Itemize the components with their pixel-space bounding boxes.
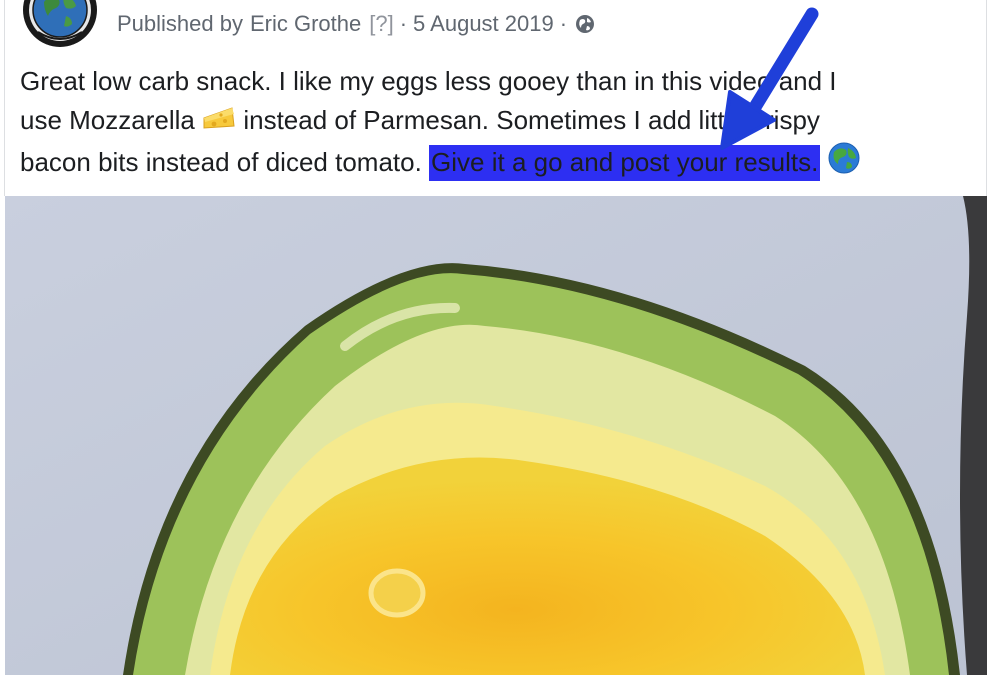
post-text-segment: instead of Parmesan. Sometimes I add lit… [243,104,820,135]
separator: · [399,11,408,36]
post-body: Great low carb snack. I like my eggs les… [20,62,970,185]
separator: · [559,11,568,36]
highlighted-text: Give it a go and post your results. [429,145,821,181]
page-avatar[interactable] [22,0,98,48]
post-text-segment: bacon bits instead of diced tomato. [20,147,422,177]
globe-logo-icon [23,0,97,47]
author-link[interactable]: Eric Grothe [250,11,361,37]
card-border [986,0,987,196]
globe-icon[interactable] [575,14,595,34]
globe-earth-emoji-icon [828,142,860,185]
post-text-line: use Mozzarella instead of Parmesan. Some… [20,101,970,143]
cheese-emoji-icon [202,104,236,143]
post-text-segment: use Mozzarella [20,104,195,135]
post-date[interactable]: 5 August 2019 [413,11,554,37]
published-prefix: Published by [117,11,243,36]
post-text-line: Great low carb snack. I like my eggs les… [20,66,837,96]
post-screenshot: Published by Eric Grothe [?] · 5 August … [0,0,992,675]
post-text-line: bacon bits instead of diced tomato. Give… [20,142,970,185]
video-player[interactable] [5,196,987,675]
avocado-egg-video-frame [5,196,987,675]
help-marker[interactable]: [?] [369,11,393,37]
card-border [4,0,5,196]
post-meta: Published by Eric Grothe [?] · 5 August … [117,9,595,39]
